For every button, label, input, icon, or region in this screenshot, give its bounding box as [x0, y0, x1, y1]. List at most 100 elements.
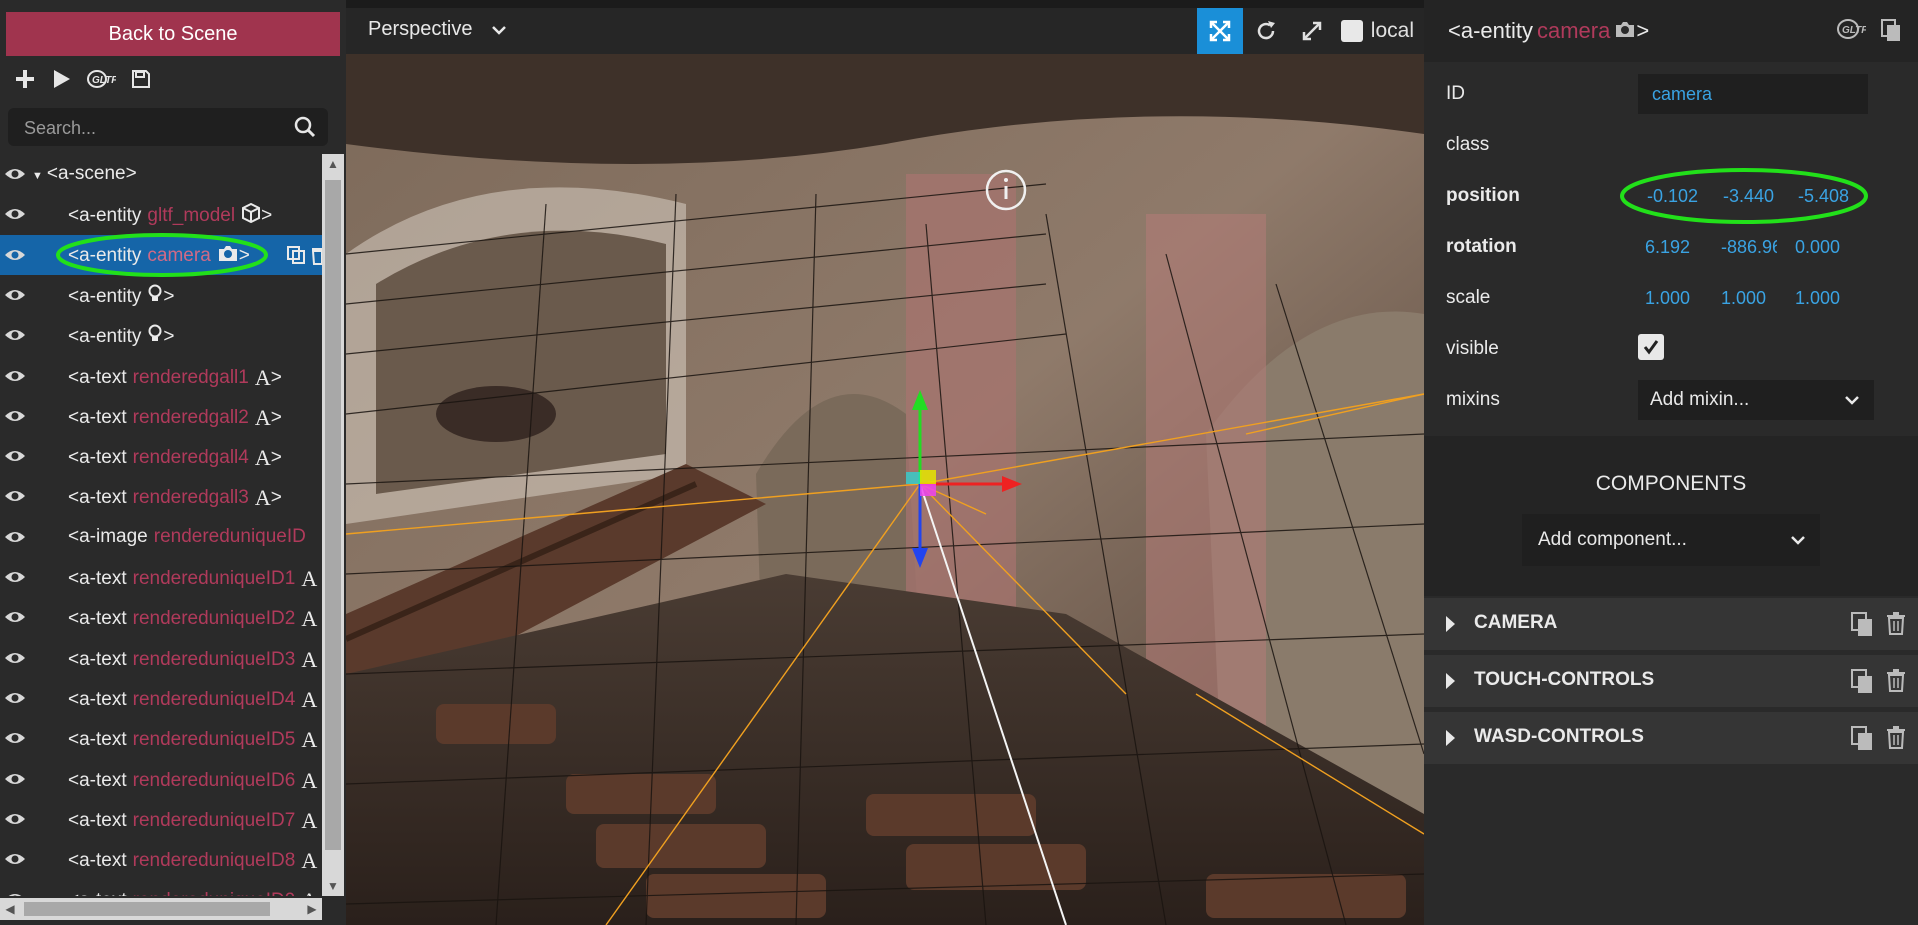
trash-icon[interactable] [1886, 668, 1906, 697]
eye-icon[interactable] [4, 850, 26, 868]
tree-horizontal-scrollbar[interactable]: ◀ ▶ [0, 898, 322, 920]
eye-icon[interactable] [4, 447, 26, 465]
eye-icon[interactable] [4, 890, 26, 896]
scroll-left-arrow-icon[interactable]: ◀ [0, 898, 20, 920]
expand-arrow-icon[interactable] [1446, 616, 1455, 632]
back-to-scene-button[interactable]: Back to Scene [6, 12, 340, 56]
eye-icon[interactable] [4, 649, 26, 667]
copy-icon[interactable] [1850, 668, 1874, 699]
search-icon[interactable] [294, 116, 316, 143]
scroll-up-arrow-icon[interactable]: ▲ [322, 154, 344, 174]
local-checkbox[interactable] [1340, 20, 1363, 42]
search-input[interactable] [22, 108, 286, 148]
tree-item[interactable]: <a-text rendereduniqueID5 A [0, 718, 322, 758]
scroll-down-arrow-icon[interactable]: ▼ [322, 876, 344, 896]
svg-text:GLTF: GLTF [92, 75, 116, 86]
copy-icon[interactable] [1880, 18, 1902, 47]
save-icon[interactable] [130, 68, 152, 90]
visible-label: visible [1446, 338, 1499, 359]
eye-icon[interactable] [4, 205, 26, 223]
scene-render[interactable] [346, 54, 1424, 925]
tree-item-tag: <a-text [68, 729, 127, 751]
tree-vertical-scrollbar[interactable]: ▲ ▼ [322, 154, 344, 896]
rotation-z-input[interactable]: 0.000 [1795, 237, 1840, 258]
tree-item[interactable]: <a-entity > [0, 275, 322, 315]
gltf-export-icon[interactable]: GLTF [86, 68, 116, 90]
rotate-icon[interactable] [1243, 8, 1289, 54]
tree-item-name: rendereduniqueID [153, 525, 306, 547]
tree-item[interactable]: ▼ <a-scene> [0, 154, 322, 194]
id-field[interactable] [1638, 74, 1868, 114]
eye-icon[interactable] [4, 165, 26, 183]
visible-checkbox[interactable] [1638, 334, 1664, 360]
tree-item[interactable]: <a-entity camera > [0, 232, 322, 277]
eye-icon[interactable] [4, 367, 26, 385]
component-wasd-controls[interactable]: WASD-CONTROLS [1424, 712, 1918, 764]
annotation-highlight-ellipse [1620, 168, 1868, 224]
local-toggle[interactable]: local [1335, 19, 1424, 43]
eye-icon[interactable] [4, 608, 26, 626]
tree-item[interactable]: <a-text renderedgall3 A> [0, 476, 322, 516]
add-component-select[interactable]: Add component... [1522, 514, 1820, 566]
eye-icon[interactable] [4, 246, 26, 264]
eye-icon[interactable] [4, 770, 26, 788]
tree-item[interactable]: <a-text rendereduniqueID9 A [0, 879, 322, 896]
tree-item[interactable]: <a-text rendereduniqueID8 A [0, 839, 322, 879]
eye-icon[interactable] [4, 729, 26, 747]
scale-z-input[interactable]: 1.000 [1795, 288, 1840, 309]
gltf-export-icon[interactable]: GLTF [1836, 18, 1868, 47]
duplicate-icon[interactable] [286, 245, 306, 271]
component-camera[interactable]: CAMERA [1424, 598, 1918, 650]
tree-item[interactable]: <a-text rendereduniqueID4 A [0, 678, 322, 718]
trash-icon[interactable] [1886, 725, 1906, 754]
position-label: position [1446, 185, 1520, 206]
plus-icon[interactable] [14, 68, 36, 90]
tree-item-tag: <a-text [68, 769, 127, 791]
scroll-right-arrow-icon[interactable]: ▶ [302, 898, 322, 920]
trash-icon[interactable] [1886, 611, 1906, 640]
search-box [8, 108, 328, 148]
scene-viewport[interactable]: Perspective local [346, 8, 1424, 925]
tree-item[interactable]: <a-text rendereduniqueID1 A [0, 557, 322, 597]
copy-icon[interactable] [1850, 611, 1874, 642]
eye-icon[interactable] [4, 407, 26, 425]
eye-icon[interactable] [4, 689, 26, 707]
trash-icon[interactable] [311, 245, 322, 271]
scrollbar-thumb[interactable] [24, 902, 270, 916]
tree-item[interactable]: <a-image rendereduniqueID [0, 517, 322, 557]
eye-icon[interactable] [4, 528, 26, 546]
eye-icon[interactable] [4, 487, 26, 505]
eye-icon[interactable] [4, 810, 26, 828]
expand-arrow-icon[interactable] [1446, 730, 1455, 746]
camera-mode-select[interactable]: Perspective [368, 18, 507, 41]
text-icon: A [301, 767, 318, 793]
tree-item-tag: <a-entity [68, 205, 142, 227]
component-touch-controls[interactable]: TOUCH-CONTROLS [1424, 655, 1918, 707]
rotation-y-input[interactable]: -886.96 [1721, 237, 1777, 258]
tree-item[interactable]: <a-text rendereduniqueID7 A [0, 799, 322, 839]
tree-item[interactable]: <a-text rendereduniqueID2 A [0, 597, 322, 637]
copy-icon[interactable] [1850, 725, 1874, 756]
play-icon[interactable] [50, 68, 72, 90]
scale-label: scale [1446, 287, 1491, 308]
eye-icon[interactable] [4, 568, 26, 586]
tree-item[interactable]: <a-text rendereduniqueID3 A [0, 638, 322, 678]
caret-down-icon[interactable]: ▼ [32, 170, 43, 182]
scale-x-input[interactable]: 1.000 [1645, 288, 1690, 309]
scale-icon[interactable] [1289, 8, 1335, 54]
mixin-select[interactable]: Add mixin... [1638, 380, 1874, 420]
tree-item[interactable]: <a-entity gltf_model > [0, 194, 322, 234]
eye-icon[interactable] [4, 286, 26, 304]
scale-y-input[interactable]: 1.000 [1721, 288, 1766, 309]
expand-arrow-icon[interactable] [1446, 673, 1455, 689]
eye-icon[interactable] [4, 326, 26, 344]
text-icon: A [301, 807, 318, 833]
scrollbar-thumb[interactable] [325, 180, 341, 850]
rotation-x-input[interactable]: 6.192 [1645, 237, 1690, 258]
tree-item[interactable]: <a-text renderedgall1 A> [0, 356, 322, 396]
tree-item[interactable]: <a-text renderedgall4 A> [0, 436, 322, 476]
tree-item[interactable]: <a-entity > [0, 315, 322, 355]
tree-item[interactable]: <a-text rendereduniqueID6 A [0, 759, 322, 799]
tree-item[interactable]: <a-text renderedgall2 A> [0, 396, 322, 436]
translate-icon[interactable] [1196, 8, 1243, 54]
